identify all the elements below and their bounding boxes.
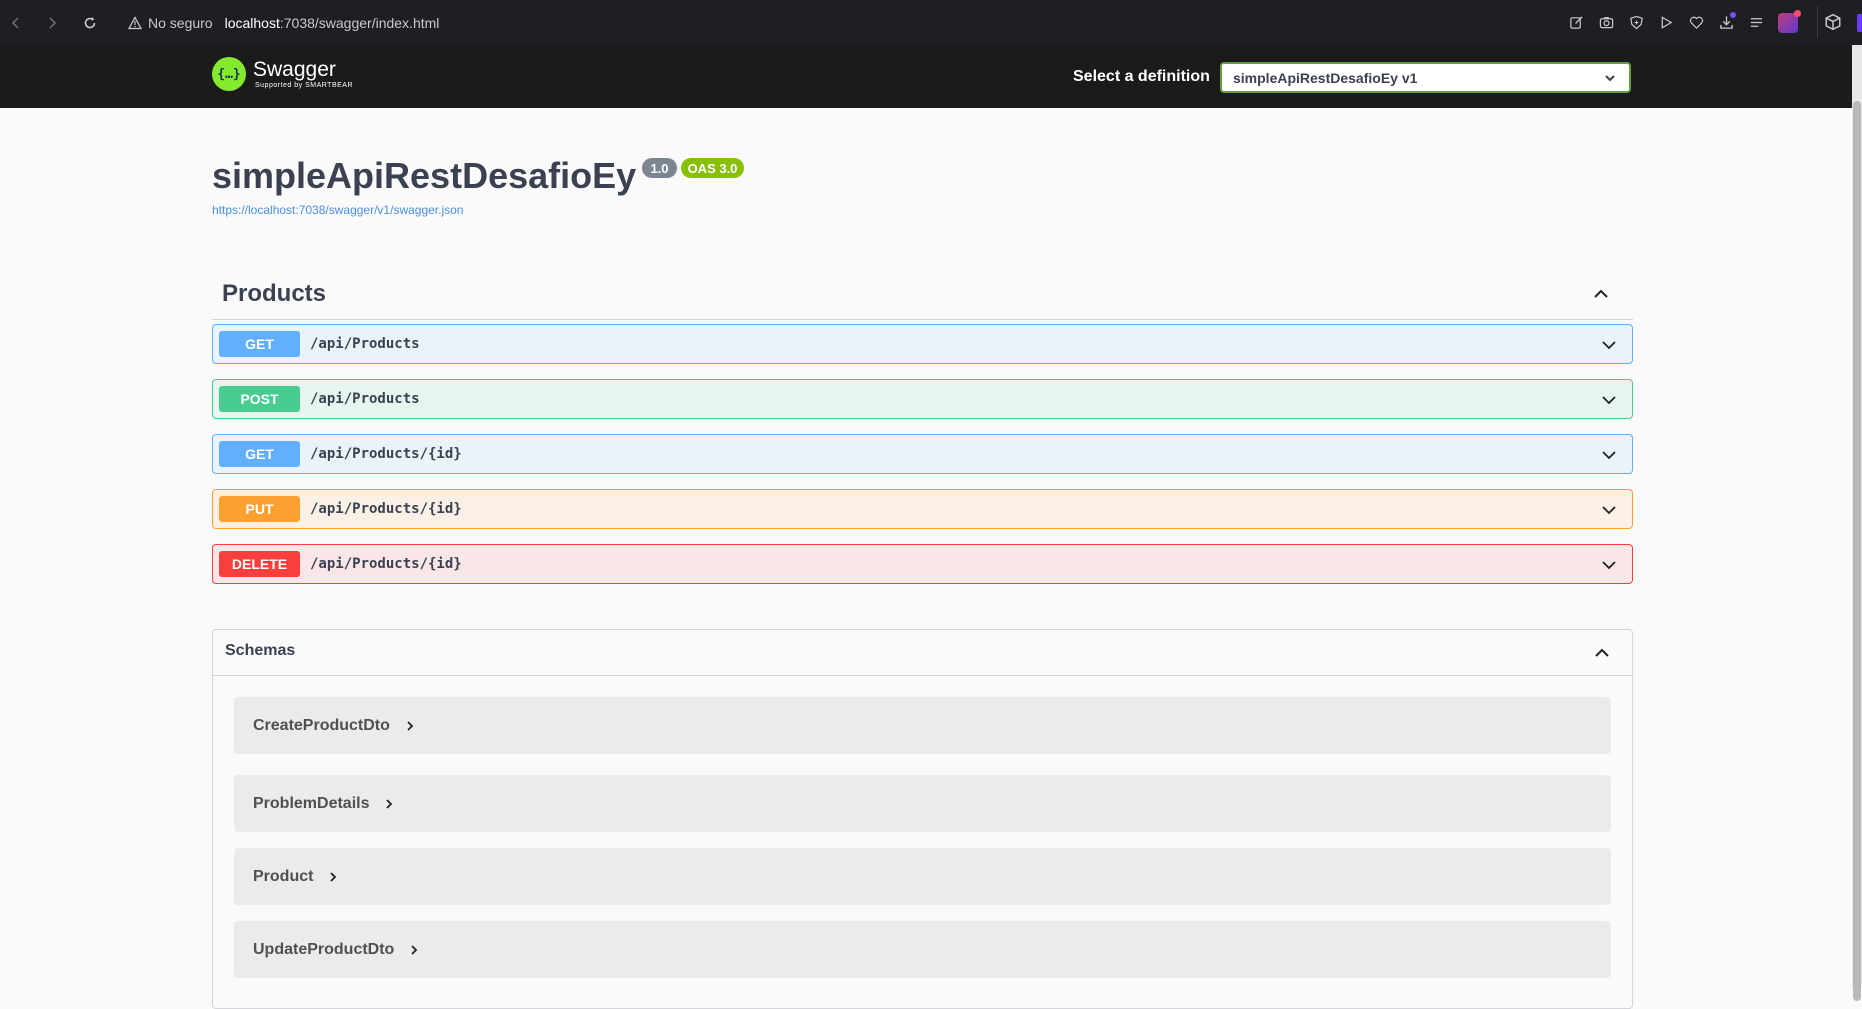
arrow-left-icon	[11, 16, 19, 29]
toolbar-divider	[1817, 6, 1818, 38]
chevron-down-icon[interactable]	[1600, 446, 1618, 464]
chevron-down-icon[interactable]	[1600, 501, 1618, 519]
url-path: :7038/swagger/index.html	[279, 14, 440, 31]
forward-button[interactable]	[38, 9, 66, 37]
operation-get-products[interactable]: GET /api/Products	[212, 324, 1633, 364]
schema-name: CreateProductDto	[253, 716, 390, 734]
browser-toolbar: No seguro localhost:7038/swagger/index.h…	[0, 0, 1862, 45]
definition-selected-value: simpleApiRestDesafioEy v1	[1233, 69, 1418, 86]
operation-path: /api/Products/{id}	[310, 556, 462, 572]
url-host: localhost	[224, 14, 280, 31]
operation-get-product-by-id[interactable]: GET /api/Products/{id}	[212, 434, 1633, 474]
method-badge: PUT	[219, 496, 300, 522]
swagger-logo[interactable]: {…} Swagger Supported by SMARTBEAR	[212, 57, 353, 91]
operation-path: /api/Products	[310, 391, 420, 407]
chevron-down-icon[interactable]	[1600, 556, 1618, 574]
cube-icon[interactable]	[1824, 13, 1842, 31]
download-icon[interactable]	[1718, 11, 1736, 31]
back-button[interactable]	[2, 9, 30, 37]
logo-name: Swagger	[253, 58, 336, 81]
chevron-right-icon	[386, 798, 393, 809]
operation-path: /api/Products/{id}	[310, 446, 462, 462]
operation-delete-product[interactable]: DELETE /api/Products/{id}	[212, 544, 1633, 584]
schemas-title: Schemas	[225, 642, 296, 659]
chevron-down-icon[interactable]	[1600, 336, 1618, 354]
camera-icon[interactable]	[1598, 15, 1614, 31]
schema-model[interactable]: UpdateProductDto	[234, 921, 1611, 978]
chevron-up-icon[interactable]	[1591, 284, 1611, 304]
method-badge: POST	[219, 386, 300, 412]
method-badge: GET	[219, 331, 300, 357]
page-scrollbar[interactable]	[1852, 45, 1862, 1001]
chevron-right-icon	[411, 944, 418, 955]
tag-products-header[interactable]: Products	[212, 270, 1633, 320]
reload-icon	[84, 16, 96, 28]
schemas-section: Schemas CreateProductDto ProblemDetails …	[212, 629, 1633, 1009]
definition-label: Select a definition	[1073, 68, 1210, 85]
operation-path: /api/Products	[310, 336, 420, 352]
swagger-logo-icon: {…}	[212, 57, 246, 91]
heart-icon[interactable]	[1688, 15, 1704, 31]
arrow-right-icon	[49, 16, 57, 29]
operation-path: /api/Products/{id}	[310, 501, 462, 517]
warning-icon	[128, 15, 142, 29]
sidebar-accent[interactable]	[1857, 14, 1862, 32]
schemas-header[interactable]: Schemas	[213, 630, 1632, 676]
security-label: No seguro	[148, 14, 213, 31]
tag-title: Products	[222, 280, 327, 307]
schema-name: ProblemDetails	[253, 794, 370, 812]
shield-icon[interactable]	[1628, 15, 1644, 31]
menu-icon[interactable]	[1748, 15, 1764, 31]
edit-icon[interactable]	[1568, 15, 1584, 31]
schema-name: UpdateProductDto	[253, 940, 395, 958]
reload-button[interactable]	[76, 9, 104, 37]
schema-model[interactable]: ProblemDetails	[234, 775, 1611, 832]
method-badge: GET	[219, 441, 300, 467]
chevron-right-icon	[330, 871, 337, 882]
play-icon[interactable]	[1658, 15, 1674, 31]
schema-name: Product	[253, 867, 314, 885]
address-bar[interactable]: No seguro localhost:7038/swagger/index.h…	[128, 15, 439, 31]
chevron-down-icon	[1605, 75, 1615, 82]
browser-tools	[1568, 0, 1801, 45]
schema-model[interactable]: CreateProductDto	[234, 697, 1611, 754]
swagger-topbar: {…} Swagger Supported by SMARTBEAR Selec…	[0, 45, 1852, 108]
version-badge: 1.0	[642, 158, 677, 178]
operation-post-products[interactable]: POST /api/Products	[212, 379, 1633, 419]
avatar[interactable]	[1778, 9, 1801, 33]
operation-put-product[interactable]: PUT /api/Products/{id}	[212, 489, 1633, 529]
chevron-right-icon	[407, 720, 414, 731]
logo-subtitle: Supported by SMARTBEAR	[255, 82, 354, 89]
chevron-up-icon[interactable]	[1592, 643, 1612, 663]
method-badge: DELETE	[219, 551, 300, 577]
chevron-down-icon[interactable]	[1600, 391, 1618, 409]
scrollbar-thumb[interactable]	[1853, 101, 1861, 1001]
oas-badge: OAS 3.0	[681, 158, 744, 178]
api-title: simpleApiRestDesafioEy	[212, 155, 637, 196]
spec-link[interactable]: https://localhost:7038/swagger/v1/swagge…	[212, 203, 463, 217]
schema-model[interactable]: Product	[234, 848, 1611, 905]
definition-select[interactable]: simpleApiRestDesafioEy v1	[1220, 62, 1631, 93]
